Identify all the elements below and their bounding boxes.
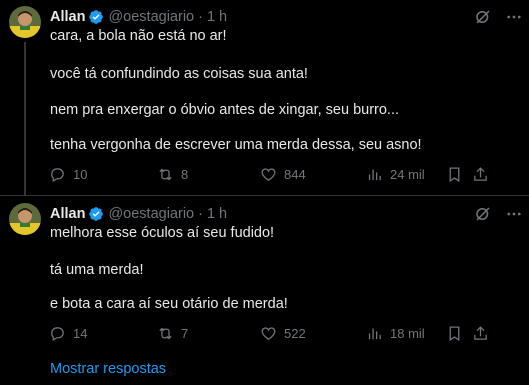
reply-count: 10 (73, 166, 88, 182)
grok-icon[interactable] (474, 8, 492, 26)
tweet[interactable]: Allan @oestagiario · 1 h melhora esse óc… (0, 197, 529, 347)
more-options-icon[interactable] (505, 8, 523, 26)
like-button[interactable]: 522 (260, 323, 306, 343)
author-name[interactable]: Allan (50, 9, 85, 25)
tweet-header: Allan @oestagiario · 1 h (50, 8, 227, 26)
show-replies-link[interactable]: Mostrar respostas (50, 361, 166, 377)
retweet-icon (159, 168, 172, 180)
share-button[interactable] (472, 164, 489, 184)
retweet-button[interactable]: 7 (157, 323, 188, 343)
grok-icon[interactable] (474, 205, 492, 223)
tweet-text-line: tá uma merda! (50, 262, 144, 278)
analytics-icon (368, 169, 381, 180)
bookmark-button[interactable] (446, 323, 463, 343)
analytics-icon (368, 328, 381, 339)
tweet-actions: 14 7 522 18 mil (0, 323, 529, 343)
separator-dot: · (198, 206, 203, 222)
reply-count: 14 (73, 325, 88, 341)
author-handle[interactable]: @oestagiario (108, 9, 194, 25)
bookmark-button[interactable] (446, 164, 463, 184)
heart-icon (261, 326, 276, 340)
reply-button[interactable]: 10 (49, 164, 87, 184)
like-count: 522 (284, 325, 306, 341)
reply-button[interactable]: 14 (49, 323, 87, 343)
more-options-icon[interactable] (505, 205, 523, 223)
bookmark-icon (449, 325, 460, 341)
retweet-count: 7 (181, 325, 189, 341)
author-name[interactable]: Allan (50, 206, 85, 222)
view-count: 24 mil (390, 166, 425, 182)
avatar[interactable] (9, 6, 41, 38)
verified-badge-icon (88, 206, 104, 222)
tweet-actions: 10 8 844 24 mil (0, 164, 529, 184)
timestamp[interactable]: 1 h (207, 9, 227, 25)
retweet-button[interactable]: 8 (157, 164, 188, 184)
author-handle[interactable]: @oestagiario (108, 206, 194, 222)
share-icon (474, 166, 487, 181)
like-button[interactable]: 844 (260, 164, 306, 184)
tweet-header: Allan @oestagiario · 1 h (50, 205, 227, 223)
tweet-text-line: melhora esse óculos aí seu fudido! (50, 225, 275, 241)
reply-icon (51, 326, 64, 341)
share-icon (474, 325, 487, 340)
timestamp[interactable]: 1 h (207, 206, 227, 222)
retweet-count: 8 (181, 166, 189, 182)
like-count: 844 (284, 166, 306, 182)
reply-icon (51, 167, 64, 182)
tweet-text-line: nem pra enxergar o óbvio antes de xingar… (50, 102, 400, 118)
tweet-text-line: e bota a cara aí seu otário de merda! (50, 296, 288, 312)
verified-badge-icon (88, 9, 104, 25)
tweet[interactable]: Allan @oestagiario · 1 h cara, a bola nã… (0, 0, 529, 196)
views-button[interactable]: 24 mil (366, 164, 425, 184)
bookmark-icon (449, 166, 460, 182)
view-count: 18 mil (390, 325, 425, 341)
tweet-text-line: cara, a bola não está no ar! (50, 28, 227, 44)
share-button[interactable] (472, 323, 489, 343)
tweet-text-line: você tá confundindo as coisas sua anta! (50, 66, 308, 82)
separator-dot: · (198, 9, 203, 25)
avatar[interactable] (9, 203, 41, 235)
retweet-icon (159, 327, 172, 339)
heart-icon (261, 167, 276, 181)
tweet-text-line: tenha vergonha de escrever uma merda des… (50, 137, 422, 153)
views-button[interactable]: 18 mil (366, 323, 425, 343)
